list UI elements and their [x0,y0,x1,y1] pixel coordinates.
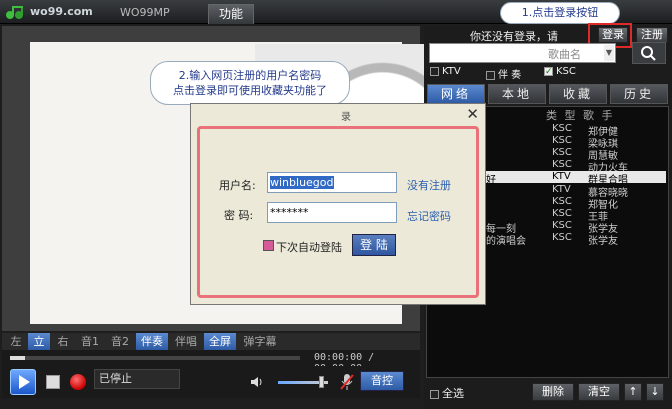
playback-controls: 已停止 音控 [2,366,420,398]
clear-button[interactable]: 清空 [578,383,620,401]
delete-button[interactable]: 删除 [532,383,574,401]
playlist-tabs: 网络 本地 收藏 历史 [427,84,669,104]
filter-ktv[interactable]: KTV [430,66,461,77]
login-submit-button[interactable]: 登 陆 [352,234,396,256]
tab-network[interactable]: 网络 [427,84,485,104]
close-icon[interactable]: ✕ [466,105,479,123]
checkbox-icon [486,70,495,80]
register-link[interactable]: 没有注册 [407,177,451,193]
search-button[interactable] [632,42,666,64]
select-all-checkbox[interactable]: 全选 [430,385,464,401]
username-field[interactable]: winbluegod [267,172,397,193]
checkbox-icon [430,389,439,399]
move-down-button[interactable]: ↓ [646,383,664,401]
mode-track1[interactable]: 音1 [76,333,104,350]
tab-history[interactable]: 历史 [610,84,668,104]
search-icon [641,46,656,61]
forgot-password-link[interactable]: 忘记密码 [407,208,451,224]
mode-bar: 左 立 右 音1 音2 伴奏 伴唱 全屏 弹字幕 [2,333,420,350]
search-dropdown-icon[interactable]: ▼ [604,45,614,61]
mode-right[interactable]: 右 [52,333,74,350]
filter-ksc[interactable]: ✓ KSC [544,66,576,77]
logo-text: wo99.com [30,5,93,18]
mode-backing-vocal[interactable]: 伴唱 [170,333,202,350]
microphone-icon[interactable] [340,373,354,391]
status-display: 已停止 [94,369,180,389]
play-button[interactable] [10,369,36,395]
mode-stereo[interactable]: 立 [28,333,50,350]
checkbox-icon [430,66,439,76]
logo-icon [6,6,23,19]
move-up-button[interactable]: ↑ [624,383,642,401]
dialog-title: 录 [341,112,351,123]
pitch-control-button[interactable]: 音控 [360,371,404,391]
login-hint-callout: 1.点击登录按钮 [500,2,620,24]
mode-subtitles[interactable]: 弹字幕 [238,333,282,350]
record-button[interactable] [70,374,86,390]
list-actions: 全选 删除 清空 ↑ ↓ [426,382,669,404]
list-header: 类 型 歌 手 [546,109,615,122]
mode-fullscreen[interactable]: 全屏 [204,333,236,350]
mode-track2[interactable]: 音2 [106,333,134,350]
dialog-titlebar: 录 ✕ [191,104,485,124]
tab-local[interactable]: 本地 [488,84,546,104]
progress-slider[interactable] [10,356,300,360]
auto-login-checkbox[interactable] [263,240,274,251]
form-hint-line1: 2.输入网页注册的用户名密码 [178,69,322,82]
tab-favorites[interactable]: 收藏 [549,84,607,104]
username-label: 用户名: [219,179,256,192]
login-button[interactable]: 登录 [598,27,628,43]
auto-login-label: 下次自动登陆 [276,241,342,254]
play-icon [19,375,30,389]
search-placeholder: 歌曲名 [548,48,581,61]
app-name: WO99MP [120,6,170,19]
password-label: 密 码: [224,209,254,222]
tab-function[interactable]: 功能 [208,4,254,24]
mode-accompaniment[interactable]: 伴奏 [136,333,168,350]
volume-thumb[interactable] [319,376,324,388]
register-button[interactable]: 注册 [636,27,668,43]
form-hint-line2: 点击登录即可使用收藏夹功能了 [173,84,327,97]
progress-row: 00:00:00 / 00:00:00 [2,350,420,374]
login-prompt: 你还没有登录，请 [470,30,558,43]
stop-button[interactable] [46,375,60,389]
password-field[interactable]: ******* [267,202,397,223]
form-hint-callout: 2.输入网页注册的用户名密码 点击登录即可使用收藏夹功能了 [150,61,350,105]
filter-row: KTV 伴 奏 ✓ KSC [424,66,672,82]
checkmark-icon: ✓ [544,66,553,77]
progress-fill [10,356,25,360]
volume-icon[interactable] [250,375,264,389]
search-input[interactable] [429,43,616,63]
filter-accompaniment[interactable]: 伴 奏 [486,66,521,81]
mode-left[interactable]: 左 [6,333,26,350]
